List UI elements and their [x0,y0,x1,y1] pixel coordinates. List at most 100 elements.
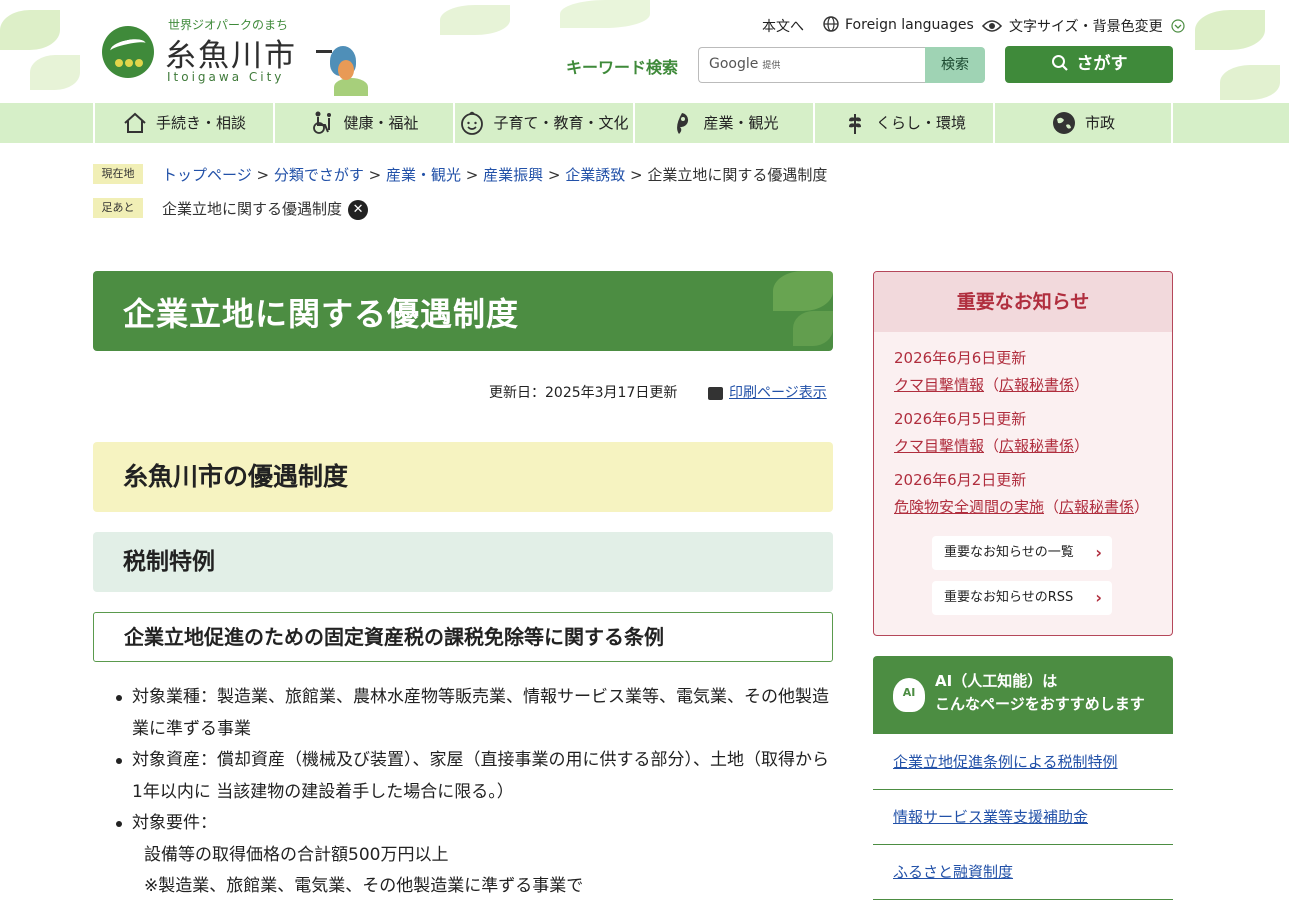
section-heading-h3: 税制特例 [93,532,833,592]
breadcrumb-link[interactable]: 産業振興 [483,166,543,184]
breadcrumb-label: 現在地 [93,164,143,184]
ai-recommend-item: 情報サービス業等支援補助金 [873,790,1173,845]
google-label: Google [709,56,759,72]
notice-item: 2026年6月6日更新 クマ目撃情報（広報秘書係） [894,345,1089,399]
keyword-search-label: キーワード検索 [566,58,679,77]
notice-rss-label: 重要なお知らせのRSS [944,590,1074,605]
search-input[interactable]: Google 提供 [698,47,925,83]
notice-item: 2026年6月2日更新 危険物安全週間の実施（広報秘書係） [894,467,1149,521]
ai-recommend-title: AI（人工知能）は こんなページをおすすめします [935,670,1145,716]
list-item: 対象要件： 設備等の取得価格の合計額500万円以上 ※製造業、旅館業、電気業、そ… [110,808,830,903]
notice-date: 2026年6月5日更新 [894,410,1027,428]
foreign-languages-link[interactable]: Foreign languages [823,16,974,33]
ai-title-line: こんなページをおすすめします [935,695,1145,713]
nav-label: 健康・福祉 [343,114,419,132]
leaf-icon [848,113,861,134]
notice-rss-button[interactable]: 重要なお知らせのRSS › [932,581,1112,615]
print-page-link[interactable]: 印刷ページ表示 [708,382,827,402]
leaf-decoration [773,271,833,311]
house-icon [124,112,146,133]
close-icon[interactable]: ✕ [348,199,369,220]
notice-title: 重要なお知らせ [874,272,1172,332]
notice-date: 2026年6月2日更新 [894,471,1027,489]
search-icon [1051,55,1068,71]
notice-list-button[interactable]: 重要なお知らせの一覧 › [932,536,1112,570]
leaf-decoration [1195,10,1265,50]
notice-link[interactable]: 危険物安全週間の実施 [894,498,1044,516]
nav-item-living[interactable]: くらし・環境 [813,103,993,143]
breadcrumb-link[interactable]: 分類でさがす [274,166,364,184]
nav-label: 手続き・相談 [155,114,246,132]
print-label: 印刷ページ表示 [729,385,827,401]
text-size-color-label: 文字サイズ・背景色変更 [1009,19,1163,35]
printer-icon [708,386,723,400]
list-item: 対象業種：製造業、旅館業、農林水産物等販売業、情報サービス業等、電気業、その他製… [110,682,830,745]
content-list: 対象業種：製造業、旅館業、農林水産物等販売業、情報サービス業等、電気業、その他製… [110,682,830,903]
ai-head-icon: AI [893,678,925,712]
ai-title-line: AI（人工知能）は [935,672,1058,690]
eye-icon [981,20,1003,32]
updated-date: 更新日：2025年3月17日更新 [489,385,678,401]
site-header: 世界ジオパークのまち 糸魚川市 Itoigawa City 本文へ Foreig… [0,0,1289,103]
sub-line: ※製造業、旅館業、電気業、その他製造業に準ずる事業で [144,876,584,896]
nav-label: 市政 [1084,114,1115,132]
page-title: 企業立地に関する優遇制度 [123,295,520,333]
globe-icon [823,16,839,32]
breadcrumb-current: 企業立地に関する優遇制度 [647,166,828,184]
nav-item-city-admin[interactable]: 市政 [993,103,1173,143]
list-item: 対象資産：償却資産（機械及び装置）、家屋（直接事業の用に供する部分）、土地（取得… [110,745,830,808]
nav-label: 産業・観光 [703,114,779,132]
notice-dept-link[interactable]: 広報秘書係 [999,376,1074,394]
nav-item-industry[interactable]: 産業・観光 [633,103,813,143]
city-logo-icon[interactable] [102,26,154,78]
wheelchair-icon [313,111,332,134]
magatama-icon [677,112,689,134]
breadcrumb-link[interactable]: トップページ [162,166,252,184]
foreign-languages-label: Foreign languages [845,17,974,33]
logo-city-name[interactable]: 糸魚川市 [165,30,297,75]
skip-to-content-link[interactable]: 本文へ [762,16,804,36]
notice-list-label: 重要なお知らせの一覧 [944,545,1074,560]
section-heading-h2: 糸魚川市の優遇制度 [93,442,833,512]
notice-date: 2026年6月6日更新 [894,349,1027,367]
google-branding: Google 提供 [709,56,780,72]
chevron-down-circle-icon [1171,19,1185,33]
ai-recommend-item: 企業立地促進条例による税制特例 [873,735,1173,790]
ai-recommend-item: ふるさと融資制度 [873,845,1173,900]
footprint-label: 足あと [93,198,143,218]
notice-link[interactable]: クマ目撃情報 [894,376,984,394]
ai-recommend-link[interactable]: 企業立地促進条例による税制特例 [893,753,1118,771]
nav-label: くらし・環境 [875,114,966,132]
important-notice-panel: 重要なお知らせ 2026年6月6日更新 クマ目撃情報（広報秘書係） 2026年6… [873,271,1173,636]
ai-recommend-header: AI AI（人工知能）は こんなページをおすすめします [873,656,1173,734]
leaf-decoration [30,55,80,90]
logo-city-name-en: Itoigawa City [167,70,285,84]
nav-item-childcare[interactable]: 子育て・教育・文化 [453,103,633,143]
page-title-banner: 企業立地に関する優遇制度 [93,271,833,351]
leaf-decoration [1220,65,1280,100]
sub-line: 設備等の取得価格の合計額500万円以上 [144,844,449,865]
nav-item-procedures[interactable]: 手続き・相談 [93,103,273,143]
breadcrumb: トップページ > 分類でさがす > 産業・観光 > 産業振興 > 企業誘致 > … [162,166,828,184]
chevron-right-icon: › [1095,543,1102,562]
sagasu-label: さがす [1076,54,1128,74]
ai-recommend-link[interactable]: ふるさと融資制度 [893,863,1013,881]
notice-dept-link[interactable]: 広報秘書係 [999,437,1074,455]
breadcrumb-link[interactable]: 企業誘致 [565,166,625,184]
leaf-decoration [440,5,510,35]
sagasu-button[interactable]: さがす [1005,46,1173,83]
nav-label: 子育て・教育・文化 [493,114,629,132]
notice-link[interactable]: クマ目撃情報 [894,437,984,455]
list-item-text: 対象要件： [132,813,217,833]
notice-item: 2026年6月5日更新 クマ目撃情報（広報秘書係） [894,406,1089,460]
search-button[interactable]: 検索 [925,47,985,83]
ai-recommend-link[interactable]: 情報サービス業等支援補助金 [893,808,1088,826]
nav-item-health[interactable]: 健康・福祉 [273,103,453,143]
globe-icon [1052,111,1075,134]
notice-dept-link[interactable]: 広報秘書係 [1059,498,1134,516]
footprint-item[interactable]: 企業立地に関する優遇制度 [162,200,342,218]
leaf-decoration [0,10,60,50]
breadcrumb-link[interactable]: 産業・観光 [386,166,461,184]
text-size-color-link[interactable]: 文字サイズ・背景色変更 [981,16,1185,36]
leaf-decoration [560,0,650,28]
